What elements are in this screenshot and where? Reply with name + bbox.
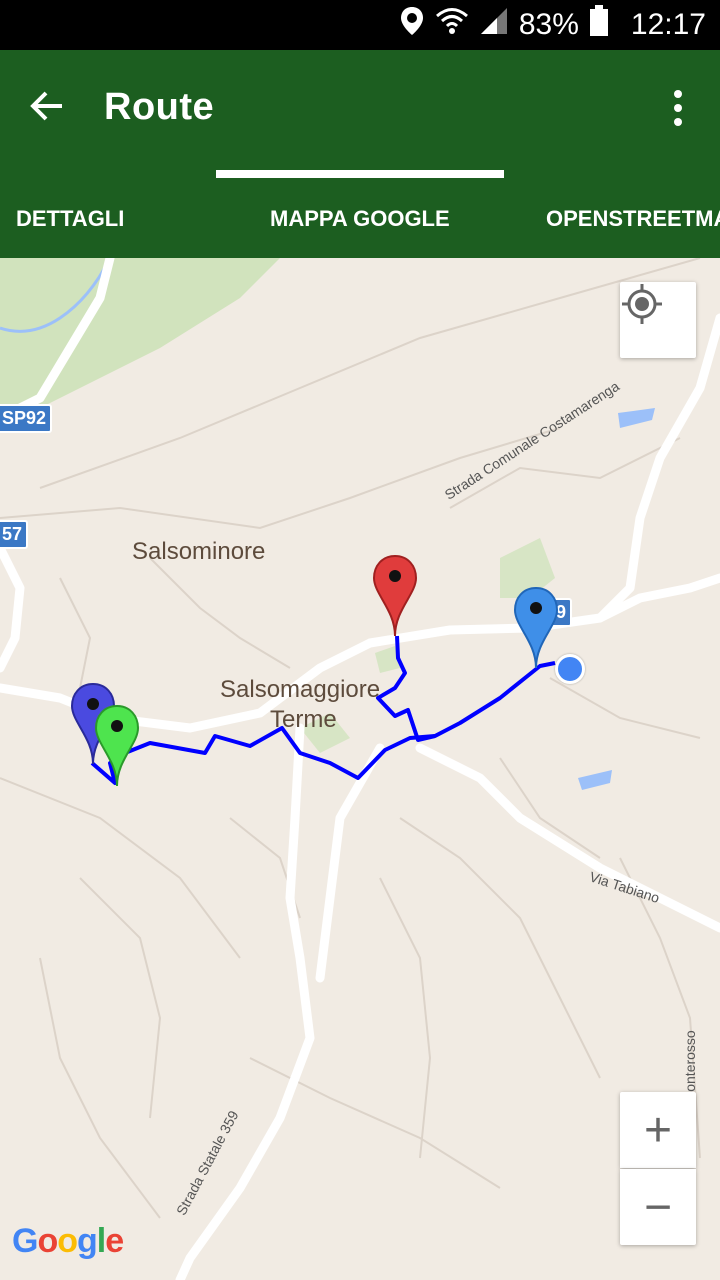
my-location-dot [555,654,585,684]
place-label-terme: Terme [270,706,337,733]
tab-bar: DETTAGLI MAPPA GOOGLE OPENSTREETMA [0,180,720,258]
status-icons: 83% 12:17 [399,0,706,50]
google-logo: Google [12,1222,124,1260]
status-bar: 83% 12:17 [0,0,720,50]
road-badge-57: 57 [0,520,29,549]
tab-openstreetmap[interactable]: OPENSTREETMA [546,180,720,258]
zoom-out-button[interactable]: − [620,1169,696,1245]
zoom-in-label: + [643,1103,673,1157]
road-badge-sp92: SP92 [0,404,53,433]
tab-mappa-google[interactable]: MAPPA GOOGLE [270,180,450,258]
my-location-button[interactable] [620,282,696,358]
battery-icon [589,5,609,45]
place-label-salsominore: Salsominore [132,538,266,565]
tab-indicator [216,170,504,178]
clock: 12:17 [630,8,706,41]
battery-percent: 83% [518,8,579,41]
location-icon [399,5,425,45]
page-title: Route [104,86,215,128]
place-label-salsomaggiore: Salsomaggiore [220,676,381,703]
arrow-back-icon[interactable] [26,84,70,128]
zoom-out-label: − [643,1180,673,1234]
wifi-icon [435,6,469,44]
map-view[interactable]: SP92 57 9 Salsominore Salsomaggiore Term… [0,258,720,1280]
app-bar: Route DETTAGLI MAPPA GOOGLE OPENSTREETMA [0,50,720,258]
more-vert-icon[interactable] [666,88,690,128]
zoom-in-button[interactable]: + [620,1092,696,1168]
signal-icon [479,6,509,44]
tab-dettagli[interactable]: DETTAGLI [16,180,124,258]
